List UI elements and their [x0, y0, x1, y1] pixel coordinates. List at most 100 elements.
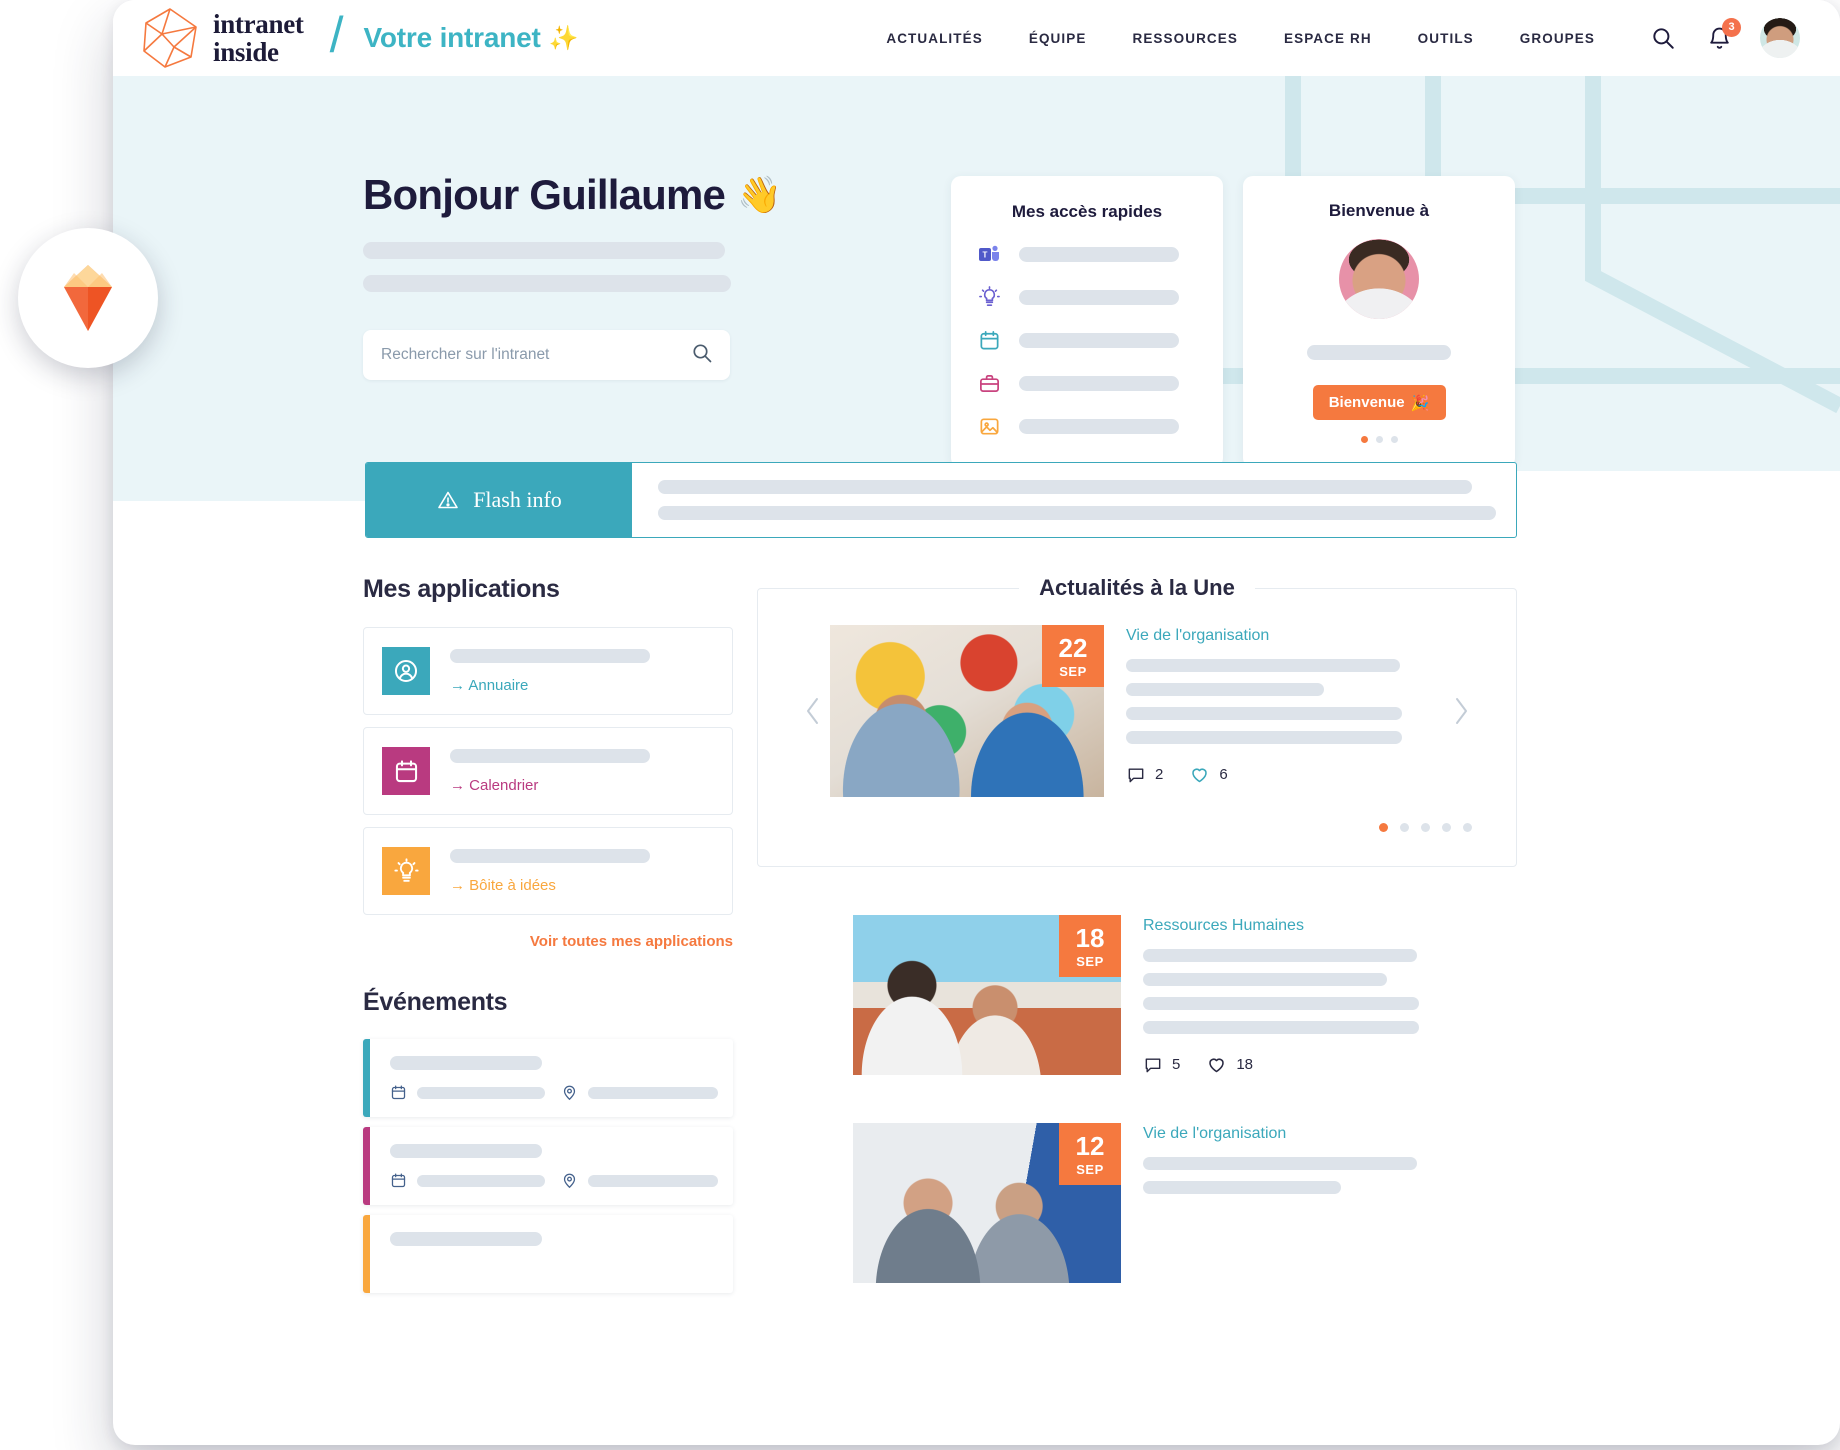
heart-icon — [1209, 1058, 1225, 1073]
sparkles-icon: ✨ — [548, 24, 579, 52]
comment-icon — [1128, 767, 1144, 782]
notification-badge: 3 — [1722, 18, 1741, 37]
calendar-icon — [391, 1085, 406, 1100]
news-category[interactable]: Ressources Humaines — [1143, 917, 1517, 935]
news-date-month: SEP — [1059, 663, 1087, 679]
app-window: intranet inside / Votre intranet ✨ ACTUA… — [113, 0, 1840, 1445]
header-actions: 3 — [1648, 18, 1800, 58]
flash-placeholder-line-2 — [658, 506, 1496, 520]
application-link-label: Annuaire — [468, 676, 529, 694]
event-item[interactable] — [363, 1215, 733, 1293]
news-dot[interactable] — [1463, 823, 1472, 832]
nav-item-groupes[interactable]: GROUPES — [1497, 31, 1618, 46]
application-link-label: Calendrier — [469, 776, 539, 794]
application-link[interactable]: → Bôite à idées — [450, 877, 710, 894]
news-comment-count: 5 — [1172, 1056, 1181, 1073]
news-category[interactable]: Vie de l'organisation — [1126, 627, 1444, 645]
application-link[interactable]: → Annuaire — [450, 677, 710, 694]
news-card-featured[interactable]: 22 SEP Vie de l'organisation 2 6 — [830, 625, 1444, 797]
news-carousel: 22 SEP Vie de l'organisation 2 6 — [758, 625, 1516, 797]
see-all-applications-link[interactable]: Voir toutes mes applications — [363, 933, 733, 950]
app-header: intranet inside / Votre intranet ✨ ACTUA… — [113, 0, 1840, 76]
news-likes[interactable]: 18 — [1206, 1054, 1253, 1075]
featured-news-title: Actualités à la Une — [1019, 575, 1255, 601]
wave-hand-icon: 👋 — [737, 174, 782, 215]
chevron-right-icon[interactable] — [1444, 694, 1478, 728]
applications-list: → Annuaire → Calendrier → Bôite à idées — [363, 627, 733, 915]
news-placeholder-line — [1126, 659, 1400, 672]
map-pin-icon — [563, 1085, 576, 1101]
hero-section: Bonjour Guillaume 👋 Rechercher sur l'int… — [113, 76, 1840, 501]
news-dot[interactable] — [1379, 823, 1388, 832]
news-placeholder-line — [1143, 1021, 1419, 1034]
event-color-bar — [363, 1127, 370, 1205]
news-content: Vie de l'organisation — [1126, 625, 1444, 797]
news-placeholder-line — [1143, 997, 1419, 1010]
news-card-item[interactable]: 12 SEP Vie de l'organisation — [757, 1123, 1517, 1283]
screenshot-stage: intranet inside / Votre intranet ✨ ACTUA… — [0, 0, 1840, 1450]
applications-title: Mes applications — [363, 575, 560, 603]
nav-item-actualites[interactable]: ACTUALITÉS — [863, 31, 1006, 46]
nav-item-outils[interactable]: OUTILS — [1395, 31, 1497, 46]
event-date-placeholder — [417, 1174, 545, 1187]
application-item-boite-a-idees[interactable]: → Bôite à idées — [363, 827, 733, 915]
news-category[interactable]: Vie de l'organisation — [1143, 1125, 1517, 1143]
application-item-annuaire[interactable]: → Annuaire — [363, 627, 733, 715]
events-title: Événements — [363, 988, 508, 1016]
header-tagline: Votre intranet ✨ — [364, 22, 579, 54]
map-pin-icon — [563, 1173, 576, 1189]
left-column: Mes applications → Annuaire → Calendrier… — [363, 575, 733, 1293]
application-link[interactable]: → Calendrier — [450, 777, 710, 794]
news-placeholder-line — [1126, 731, 1402, 744]
event-item[interactable] — [363, 1039, 733, 1117]
event-date-placeholder — [417, 1086, 545, 1099]
comment-icon — [1145, 1057, 1161, 1072]
events-list — [363, 1039, 733, 1293]
event-location-placeholder — [588, 1174, 718, 1187]
application-name-placeholder — [450, 748, 650, 763]
news-placeholder-line — [1143, 973, 1387, 986]
bell-icon[interactable]: 3 — [1704, 18, 1741, 53]
news-dot[interactable] — [1442, 823, 1451, 832]
news-comments[interactable]: 5 — [1143, 1055, 1180, 1075]
header-divider: / — [329, 7, 344, 63]
news-thumbnail: 12 SEP — [853, 1123, 1121, 1283]
news-stats: 5 18 — [1143, 1054, 1517, 1075]
news-comments[interactable]: 2 — [1126, 765, 1163, 785]
news-card-item[interactable]: 18 SEP Ressources Humaines 5 18 — [757, 915, 1517, 1075]
news-content: Vie de l'organisation — [1143, 1123, 1517, 1283]
event-location-placeholder — [588, 1086, 718, 1099]
greeting-placeholder-line-1 — [363, 242, 725, 259]
event-item[interactable] — [363, 1127, 733, 1205]
search-input[interactable] — [381, 346, 690, 364]
brand-logo[interactable]: intranet inside — [141, 7, 304, 69]
search-icon[interactable] — [690, 341, 714, 370]
calendar-icon — [391, 1173, 406, 1188]
news-date-month: SEP — [1076, 953, 1104, 969]
news-date-badge: 22 SEP — [1042, 625, 1104, 687]
nav-item-ressources[interactable]: RESSOURCES — [1109, 31, 1261, 46]
search-icon[interactable] — [1648, 23, 1678, 53]
news-like-count: 18 — [1236, 1056, 1254, 1073]
news-date-month: SEP — [1076, 1161, 1104, 1177]
greeting-block: Bonjour Guillaume 👋 — [113, 76, 853, 501]
avatar[interactable] — [1760, 18, 1800, 58]
event-title-placeholder — [390, 1144, 542, 1158]
application-item-calendrier[interactable]: → Calendrier — [363, 727, 733, 815]
greeting-text: Bonjour Guillaume — [363, 171, 726, 218]
news-placeholder-line — [1126, 707, 1402, 720]
intranet-search[interactable] — [363, 330, 730, 380]
news-likes[interactable]: 6 — [1189, 764, 1228, 785]
nav-item-equipe[interactable]: ÉQUIPE — [1006, 31, 1110, 46]
news-thumbnail: 22 SEP — [830, 625, 1104, 797]
news-column: Actualités à la Une 22 SEP Vie de l'orga… — [757, 575, 1517, 1283]
greeting-placeholder-line-2 — [363, 275, 731, 292]
chevron-left-icon[interactable] — [796, 694, 830, 728]
news-dot[interactable] — [1400, 823, 1409, 832]
news-placeholder-line — [1143, 1181, 1341, 1194]
event-color-bar — [363, 1039, 370, 1117]
nav-item-espace-rh[interactable]: ESPACE RH — [1261, 31, 1395, 46]
news-placeholder-line — [1143, 1157, 1417, 1170]
event-color-bar — [363, 1215, 370, 1293]
news-dot[interactable] — [1421, 823, 1430, 832]
